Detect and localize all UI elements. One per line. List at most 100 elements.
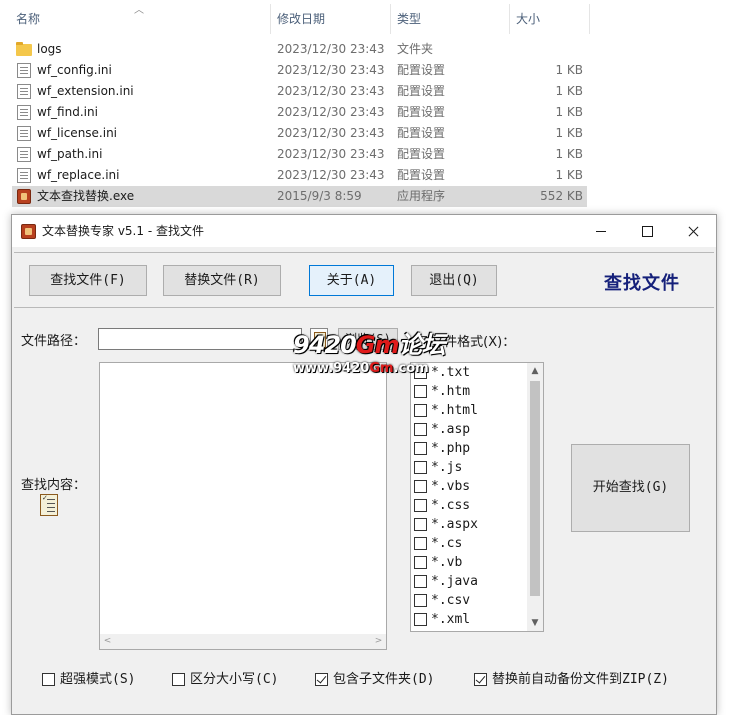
column-header-name[interactable]: 名称: [10, 0, 40, 36]
file-type: 配置设置: [397, 84, 446, 98]
option-label: 包含子文件夹(D): [333, 672, 435, 687]
column-divider[interactable]: [589, 4, 590, 34]
file-size: 1 KB: [555, 105, 583, 119]
column-header-size[interactable]: 大小: [510, 0, 540, 36]
find-content-textarea[interactable]: < >: [99, 362, 387, 650]
file-row-logs[interactable]: logs 2023/12/30 23:43 文件夹: [12, 39, 587, 60]
file-type-item[interactable]: *.aspx: [414, 515, 478, 534]
file-type-item[interactable]: *.txt: [414, 363, 470, 382]
file-type-checkbox[interactable]: [414, 404, 427, 417]
option-case-sensitive[interactable]: 区分大小写(C): [172, 672, 278, 688]
file-explorer-list: ︿ 名称 修改日期 类型 大小 logs 2023/12/30 23:43 文件…: [0, 0, 738, 215]
file-row[interactable]: wf_path.ini 2023/12/30 23:43 配置设置 1 KB: [12, 144, 587, 165]
file-type-label: *.css: [431, 498, 471, 513]
file-type-checkbox[interactable]: [414, 537, 427, 550]
file-date: 2023/12/30 23:43: [277, 168, 385, 182]
file-size: 552 KB: [540, 189, 583, 203]
file-date: 2023/12/30 23:43: [277, 126, 385, 140]
panel-title: 查找文件: [604, 273, 680, 294]
ini-file-icon: [17, 168, 31, 183]
option-checkbox[interactable]: [315, 673, 328, 686]
file-type-checkbox[interactable]: [414, 366, 427, 379]
about-button[interactable]: 关于(A): [309, 265, 394, 296]
file-type-item[interactable]: *.js: [414, 458, 462, 477]
file-type-item[interactable]: *.css: [414, 496, 470, 515]
minimize-button[interactable]: [578, 215, 624, 247]
exit-button[interactable]: 退出(Q): [411, 265, 497, 296]
option-checkbox[interactable]: [42, 673, 55, 686]
file-date: 2023/12/30 23:43: [277, 84, 385, 98]
title-bar[interactable]: 文本替换专家 v5.1 - 查找文件: [12, 215, 716, 247]
file-type-checkbox[interactable]: [414, 461, 427, 474]
file-type-item[interactable]: *.htm: [414, 382, 470, 401]
file-type-checkbox[interactable]: [414, 480, 427, 493]
file-row[interactable]: wf_find.ini 2023/12/30 23:43 配置设置 1 KB: [12, 102, 587, 123]
file-size: 1 KB: [555, 126, 583, 140]
ini-file-icon: [17, 84, 31, 99]
column-header-date[interactable]: 修改日期: [271, 0, 325, 36]
find-files-button[interactable]: 查找文件(F): [29, 265, 147, 296]
file-type-item[interactable]: *.php: [414, 439, 470, 458]
file-type-item[interactable]: *.vbs: [414, 477, 470, 496]
maximize-button[interactable]: [624, 215, 670, 247]
file-date: 2023/12/30 23:43: [277, 147, 385, 161]
ini-file-icon: [17, 105, 31, 120]
option-super-mode[interactable]: 超强模式(S): [42, 672, 135, 688]
horizontal-scrollbar[interactable]: < >: [100, 634, 386, 649]
file-type-checkbox[interactable]: [414, 385, 427, 398]
file-type-item[interactable]: *.vb: [414, 553, 462, 572]
file-type-item[interactable]: *.csv: [414, 591, 470, 610]
scroll-left-icon[interactable]: <: [100, 634, 115, 649]
app-window: 文本替换专家 v5.1 - 查找文件 查找文件(F) 替换文件(R) 关于(A)…: [11, 214, 717, 715]
file-type-checkbox[interactable]: [414, 442, 427, 455]
path-list-icon[interactable]: [310, 328, 328, 350]
file-type-checkbox[interactable]: [414, 518, 427, 531]
file-type-label: *.aspx: [431, 517, 478, 532]
path-input[interactable]: [98, 328, 302, 350]
file-type-checkbox[interactable]: [414, 423, 427, 436]
option-checkbox[interactable]: [474, 673, 487, 686]
start-find-button[interactable]: 开始查找(G): [571, 444, 690, 532]
file-type-item[interactable]: *.asp: [414, 420, 470, 439]
file-type-checkbox[interactable]: [414, 575, 427, 588]
file-name: wf_extension.ini: [37, 84, 134, 98]
file-type-label: *.html: [431, 403, 478, 418]
file-date: 2023/12/30 23:43: [277, 42, 385, 56]
folder-icon: [16, 42, 32, 56]
file-type-label: *.vb: [431, 555, 463, 570]
browse-button[interactable]: 浏览(S): [338, 328, 398, 350]
scroll-up-icon[interactable]: ▲: [527, 363, 543, 379]
scroll-down-icon[interactable]: ▼: [527, 615, 543, 631]
file-row-selected[interactable]: 文本查找替换.exe 2015/9/3 8:59 应用程序 552 KB: [12, 186, 587, 207]
file-name: wf_config.ini: [37, 63, 112, 77]
column-header-type[interactable]: 类型: [391, 0, 421, 36]
checklist-icon[interactable]: [40, 494, 58, 516]
file-type-checkbox[interactable]: [414, 613, 427, 626]
file-format-toggle[interactable]: 文件格式(X)：: [414, 331, 515, 350]
file-type-list[interactable]: *.txt *.htm *.html *.asp *.php *.js *.vb…: [410, 362, 544, 632]
sort-up-icon: ︿: [134, 5, 144, 16]
option-backup-zip[interactable]: 替换前自动备份文件到ZIP(Z): [474, 672, 669, 688]
file-row[interactable]: wf_license.ini 2023/12/30 23:43 配置设置 1 K…: [12, 123, 587, 144]
file-type-item[interactable]: *.java: [414, 572, 478, 591]
scroll-right-icon[interactable]: >: [371, 634, 386, 649]
file-row[interactable]: wf_replace.ini 2023/12/30 23:43 配置设置 1 K…: [12, 165, 587, 186]
vertical-scrollbar[interactable]: ▲ ▼: [527, 363, 543, 631]
option-include-subfolders[interactable]: 包含子文件夹(D): [315, 672, 434, 688]
file-type: 配置设置: [397, 168, 446, 182]
file-type-item[interactable]: *.xml: [414, 610, 470, 629]
file-type-checkbox[interactable]: [414, 594, 427, 607]
file-row[interactable]: wf_extension.ini 2023/12/30 23:43 配置设置 1…: [12, 81, 587, 102]
replace-files-button[interactable]: 替换文件(R): [163, 265, 281, 296]
file-type-checkbox[interactable]: [414, 499, 427, 512]
column-header-row: ︿ 名称 修改日期 类型 大小: [0, 0, 738, 36]
file-type-checkbox[interactable]: [414, 556, 427, 569]
scrollbar-thumb[interactable]: [530, 381, 540, 596]
close-button[interactable]: [670, 215, 716, 247]
file-type-item[interactable]: *.html: [414, 401, 478, 420]
option-checkbox[interactable]: [172, 673, 185, 686]
file-type-label: *.js: [431, 460, 463, 475]
file-row[interactable]: wf_config.ini 2023/12/30 23:43 配置设置 1 KB: [12, 60, 587, 81]
file-format-checkbox[interactable]: [414, 336, 427, 349]
file-type-item[interactable]: *.cs: [414, 534, 462, 553]
